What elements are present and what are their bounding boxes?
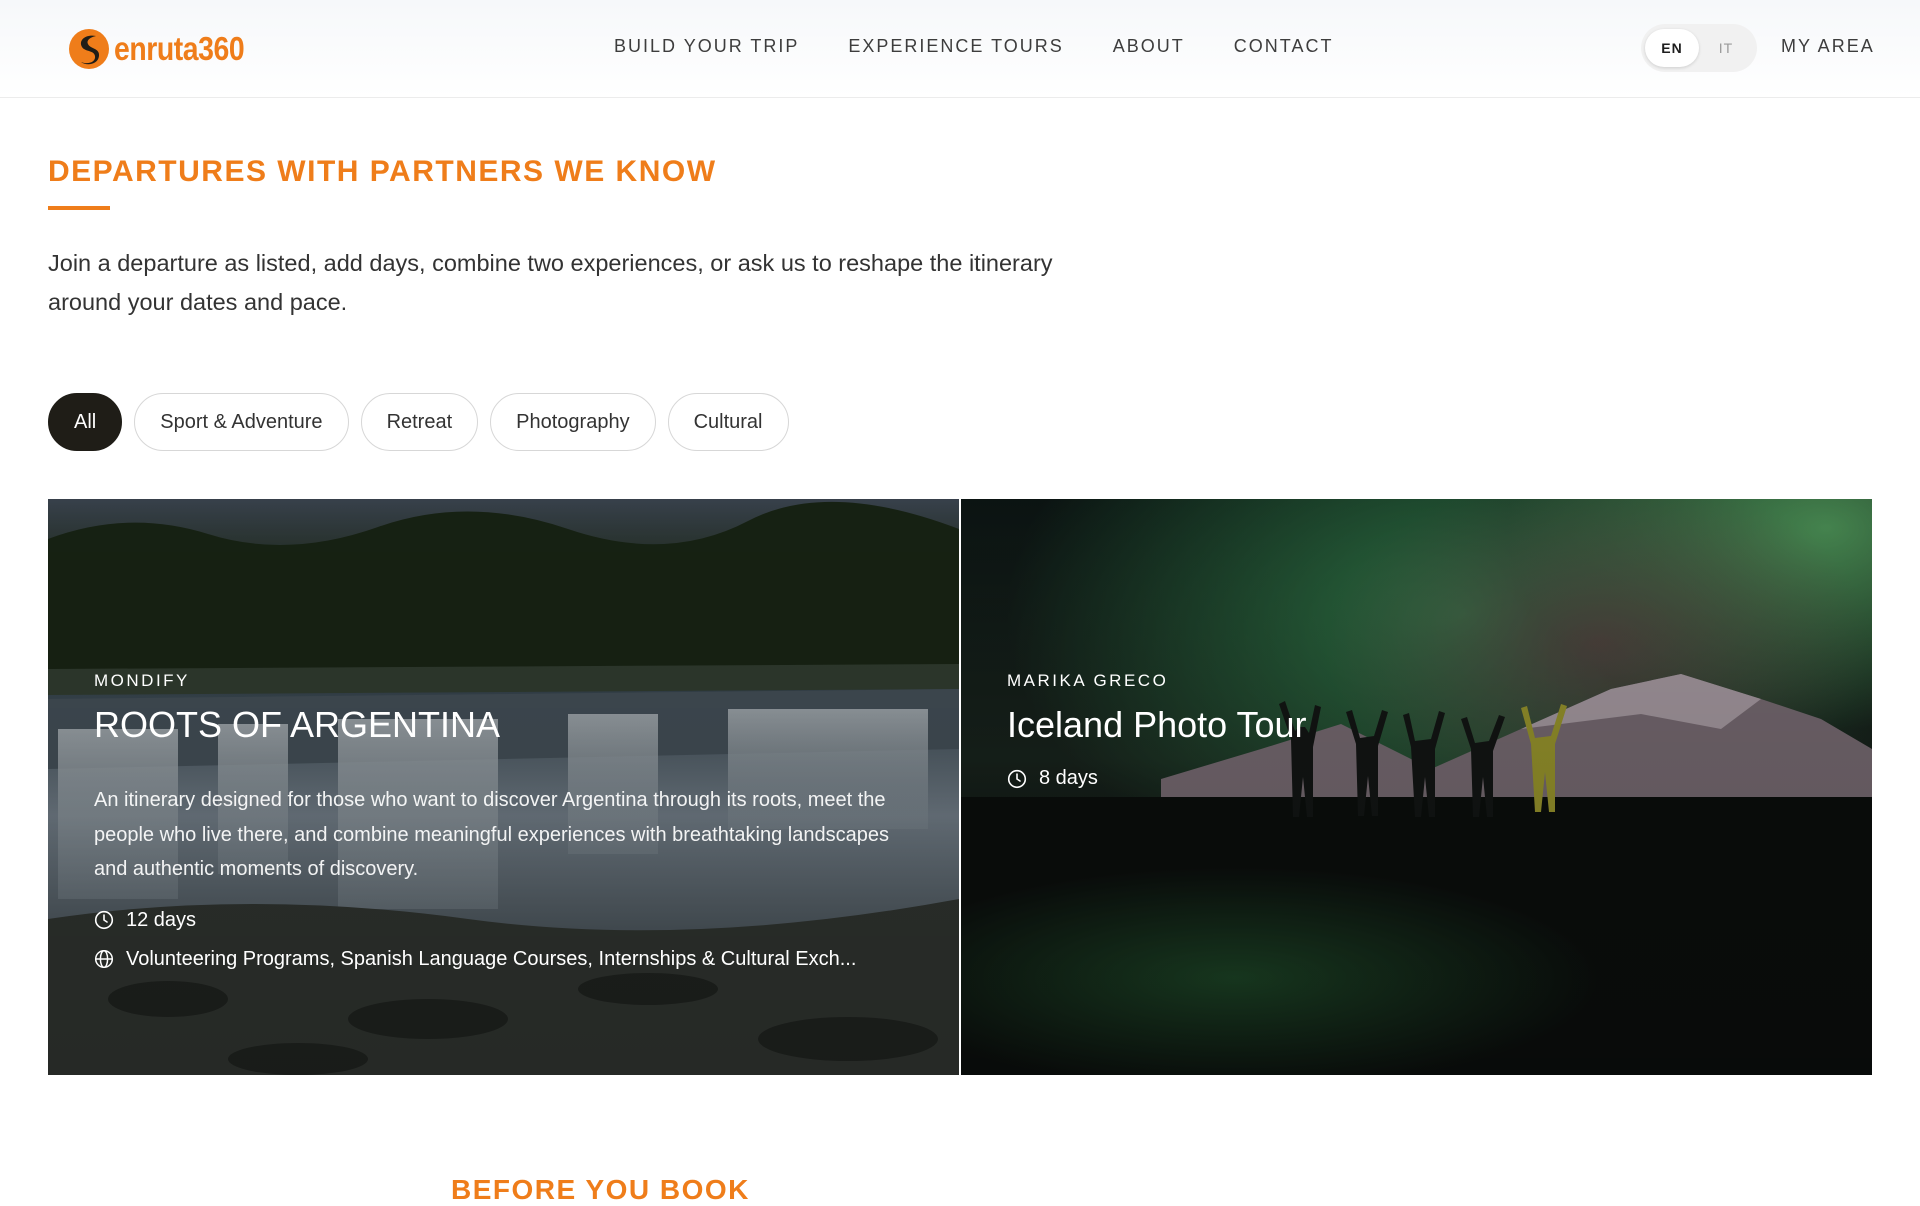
departure-cards: MONDIFY ROOTS OF ARGENTINA An itinerary … (48, 499, 1872, 1075)
clock-icon (94, 910, 114, 930)
card-duration-text: 12 days (126, 908, 197, 931)
card-duration-text: 8 days (1039, 767, 1098, 789)
filter-retreat[interactable]: Retreat (360, 393, 479, 451)
card-description: An itinerary designed for those who want… (94, 789, 889, 880)
nav-experience-tours[interactable]: EXPERIENCE TOURS (848, 36, 1063, 57)
my-area-link[interactable]: MY AREA (1781, 36, 1875, 57)
before-you-book-title: BEFORE YOU BOOK (451, 1174, 750, 1205)
section-title: DEPARTURES WITH PARTNERS WE KNOW (48, 155, 717, 188)
logo-text: enruta360 (114, 30, 245, 67)
site-header: enruta360 BUILD YOUR TRIP EXPERIENCE TOU… (0, 0, 1920, 98)
departure-card-argentina[interactable]: MONDIFY ROOTS OF ARGENTINA An itinerary … (48, 499, 959, 1075)
card-title: Iceland Photo Tour (1007, 704, 1307, 745)
card-content: MONDIFY ROOTS OF ARGENTINA An itinerary … (94, 671, 919, 971)
filter-all[interactable]: All (48, 393, 123, 451)
departure-card-iceland[interactable]: MARIKA GRECO Iceland Photo Tour 8 days (961, 499, 1872, 1075)
card-partner: MARIKA GRECO (1007, 671, 1169, 690)
section-intro: Join a departure as listed, add days, co… (48, 250, 1053, 315)
card-categories: Volunteering Programs, Spanish Language … (94, 948, 919, 971)
category-filters: All Sport & Adventure Retreat Photograph… (48, 393, 789, 451)
language-en-button[interactable]: EN (1645, 29, 1699, 67)
language-it-button[interactable]: IT (1699, 29, 1753, 67)
filter-sport-adventure[interactable]: Sport & Adventure (134, 393, 349, 451)
main-nav: BUILD YOUR TRIP EXPERIENCE TOURS ABOUT C… (614, 36, 1333, 57)
nav-build-your-trip[interactable]: BUILD YOUR TRIP (614, 36, 799, 57)
language-switcher: EN IT (1641, 24, 1757, 72)
clock-icon (1007, 769, 1027, 788)
card-duration: 8 days (1007, 767, 1832, 790)
title-underline (48, 206, 110, 210)
card-content: MARIKA GRECO Iceland Photo Tour 8 days (1007, 671, 1832, 790)
card-partner: MONDIFY (94, 671, 190, 690)
logo[interactable]: enruta360 (68, 27, 265, 71)
nav-about[interactable]: ABOUT (1113, 36, 1185, 57)
logo-icon (69, 29, 109, 69)
card-title: ROOTS OF ARGENTINA (94, 704, 501, 745)
globe-icon (94, 949, 114, 969)
card-duration: 12 days (94, 909, 919, 932)
filter-cultural[interactable]: Cultural (667, 393, 789, 451)
nav-contact[interactable]: CONTACT (1234, 36, 1334, 57)
filter-photography[interactable]: Photography (490, 393, 656, 451)
card-categories-text: Volunteering Programs, Spanish Language … (126, 947, 857, 970)
